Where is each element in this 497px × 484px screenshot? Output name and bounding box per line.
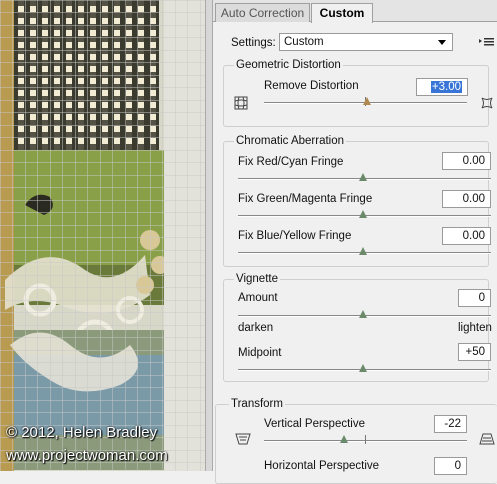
remove-distortion-input[interactable]: +3.00 xyxy=(416,78,468,96)
vertical-perspective-left-icon xyxy=(235,433,251,445)
vertical-perspective-center-tick xyxy=(365,435,366,444)
settings-label: Settings: xyxy=(231,37,276,49)
remove-distortion-value: +3.00 xyxy=(430,81,462,93)
amount-label: Amount xyxy=(238,292,278,304)
settings-value: Custom xyxy=(284,36,324,48)
vertical-perspective-right-icon xyxy=(479,433,495,445)
horizontal-perspective-label: Horizontal Perspective xyxy=(264,460,380,472)
settings-dropdown[interactable]: Custom xyxy=(279,33,453,51)
copyright-credit: © 2012, Helen Bradley xyxy=(6,424,158,441)
blue-yellow-slider-thumb[interactable] xyxy=(359,247,367,255)
red-cyan-slider-thumb[interactable] xyxy=(359,173,367,181)
green-magenta-slider-thumb[interactable] xyxy=(359,210,367,218)
vertical-perspective-label: Vertical Perspective xyxy=(264,418,365,430)
midpoint-label: Midpoint xyxy=(238,347,282,359)
blue-yellow-input[interactable]: 0.00 xyxy=(442,227,491,245)
vertical-perspective-input[interactable]: -22 xyxy=(434,415,467,433)
preview-photo xyxy=(0,0,205,471)
red-cyan-label: Fix Red/Cyan Fringe xyxy=(238,156,344,168)
vignette-header: Vignette xyxy=(234,273,280,285)
green-magenta-input[interactable]: 0.00 xyxy=(442,190,491,208)
lighten-label: lighten xyxy=(458,322,492,334)
tab-custom[interactable]: Custom xyxy=(311,3,373,23)
lens-correction-panel: Auto Correction Custom Settings: Custom … xyxy=(213,0,497,484)
geometric-distortion-header: Geometric Distortion xyxy=(234,59,343,71)
chromatic-aberration-header: Chromatic Aberration xyxy=(234,135,347,147)
blue-yellow-label: Fix Blue/Yellow Fringe xyxy=(238,230,352,242)
tab-bar: Auto Correction Custom xyxy=(213,0,497,23)
transform-header: Transform xyxy=(229,398,285,410)
red-cyan-input[interactable]: 0.00 xyxy=(442,152,491,170)
remove-distortion-label: Remove Distortion xyxy=(264,80,359,92)
remove-distortion-slider-thumb[interactable] xyxy=(363,97,371,105)
geometric-distortion-group xyxy=(223,65,489,127)
midpoint-input[interactable]: +50 xyxy=(458,343,491,361)
barrel-icon xyxy=(481,97,493,109)
chevron-down-icon xyxy=(438,40,446,45)
green-magenta-label: Fix Green/Magenta Fringe xyxy=(238,193,373,205)
panel-divider[interactable] xyxy=(205,0,213,471)
midpoint-slider-thumb[interactable] xyxy=(359,364,367,372)
vertical-perspective-slider-thumb[interactable] xyxy=(340,435,348,443)
darken-label: darken xyxy=(238,322,274,334)
settings-menu-icon[interactable] xyxy=(479,37,495,47)
website-credit: www.projectwoman.com xyxy=(6,447,168,464)
pincushion-icon xyxy=(234,96,248,110)
tab-auto-correction[interactable]: Auto Correction xyxy=(215,3,310,22)
amount-input[interactable]: 0 xyxy=(458,289,491,307)
amount-slider-thumb[interactable] xyxy=(359,310,367,318)
image-preview[interactable]: © 2012, Helen Bradley www.projectwoman.c… xyxy=(0,0,205,471)
horizontal-perspective-input[interactable]: 0 xyxy=(434,457,467,475)
